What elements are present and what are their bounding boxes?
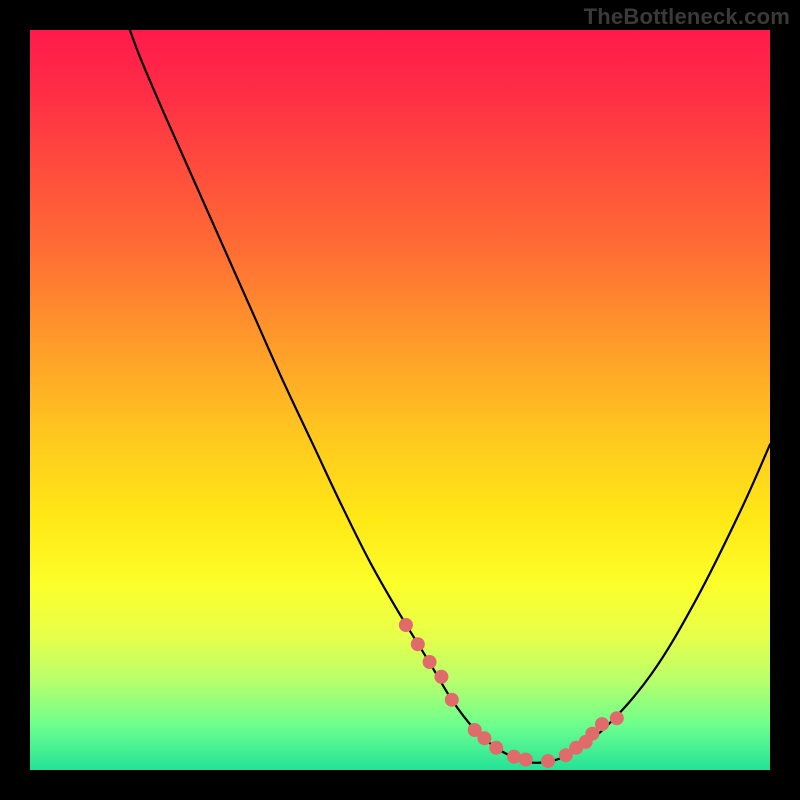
- marker-dot: [477, 731, 491, 745]
- marker-dot: [434, 670, 448, 684]
- plot-area: [30, 30, 770, 770]
- marker-dot: [507, 750, 521, 764]
- bottleneck-curve: [130, 30, 770, 763]
- marker-dot: [541, 754, 555, 768]
- watermark-text: TheBottleneck.com: [584, 4, 790, 30]
- marker-dot: [411, 637, 425, 651]
- marker-dot: [595, 717, 609, 731]
- marker-dots-group: [399, 618, 624, 768]
- marker-dot: [423, 655, 437, 669]
- marker-dot: [519, 753, 533, 767]
- marker-dot: [610, 711, 624, 725]
- marker-dot: [489, 741, 503, 755]
- chart-stage: TheBottleneck.com: [0, 0, 800, 800]
- marker-dot: [399, 618, 413, 632]
- marker-dot: [445, 693, 459, 707]
- curve-svg: [30, 30, 770, 770]
